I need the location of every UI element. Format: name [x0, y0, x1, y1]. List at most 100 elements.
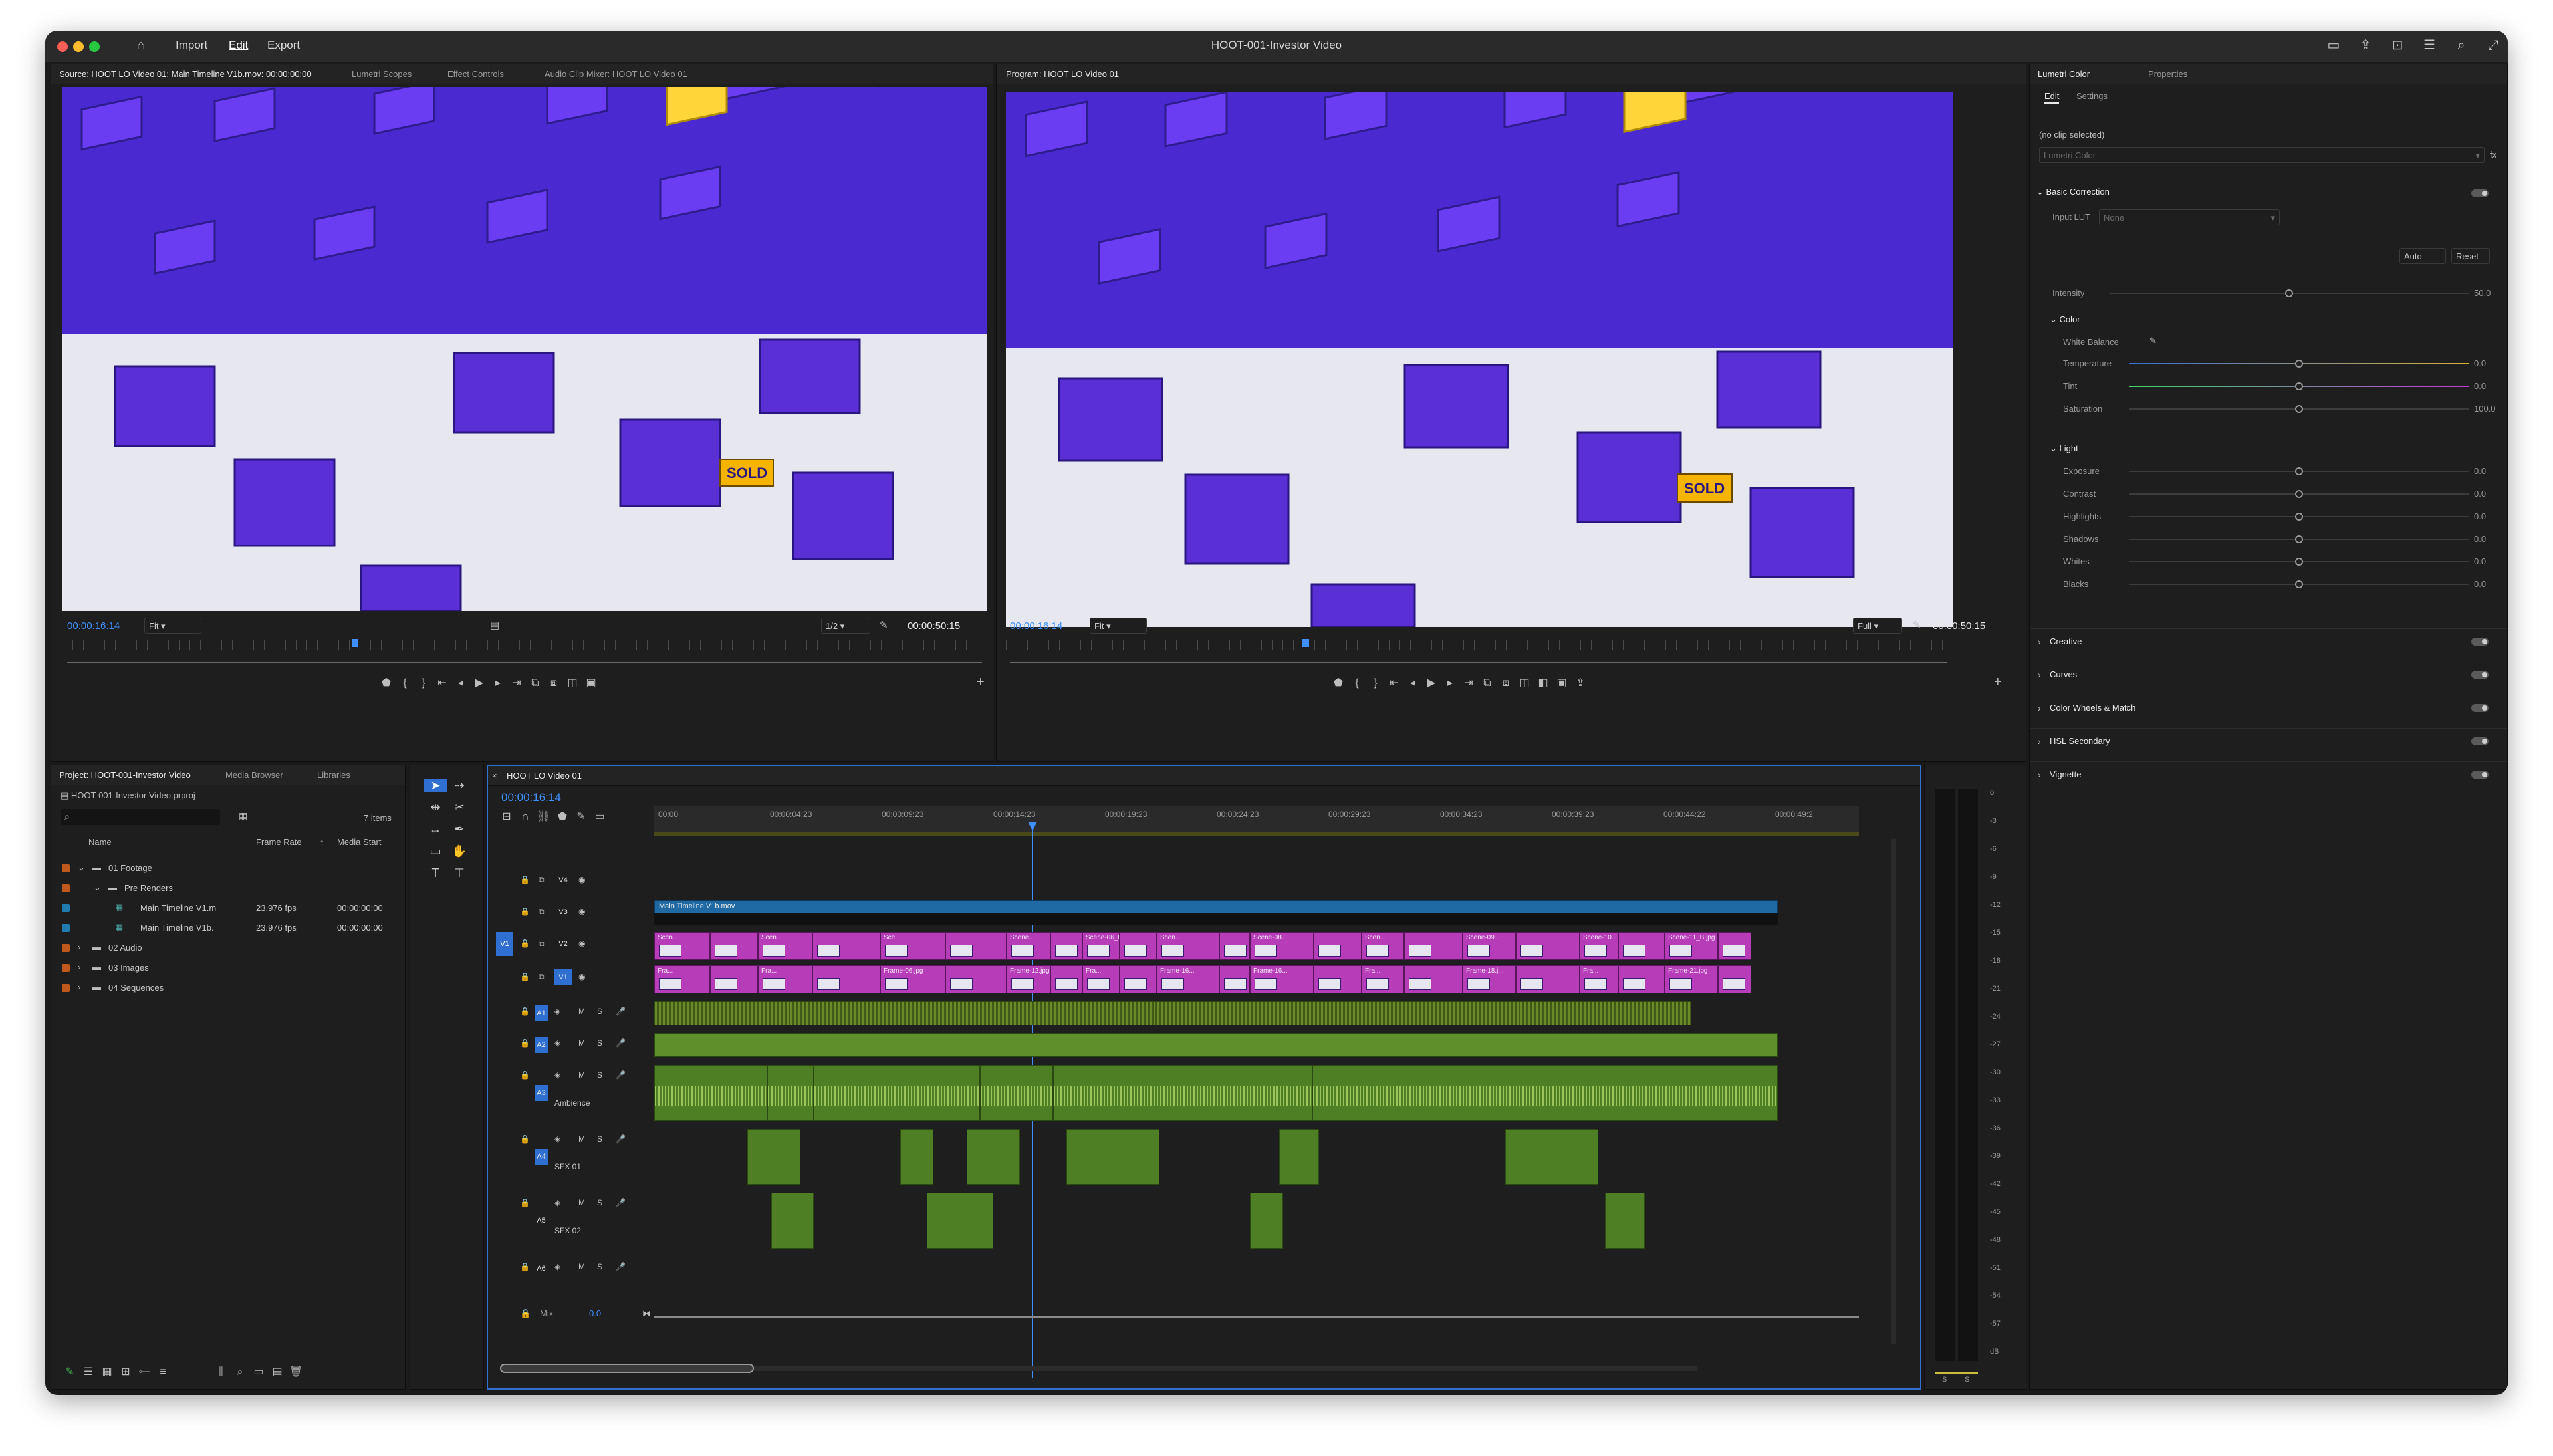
clip-v1[interactable]: Frame-06.jpg [880, 965, 945, 993]
clip-v1[interactable] [1120, 965, 1157, 993]
intensity-slider[interactable] [2110, 289, 2469, 297]
section-vignette[interactable]: Vignette [2050, 769, 2081, 779]
timeline-horizontal-zoom[interactable] [500, 1364, 1697, 1373]
add-marker-icon[interactable]: ⬟ [377, 676, 396, 689]
clip-v2[interactable] [1718, 932, 1751, 960]
clip-ambience[interactable] [1312, 1065, 1778, 1121]
zoom-slider[interactable]: ◦─ [135, 1366, 154, 1378]
caption-tool-icon[interactable]: ⊤ [447, 866, 471, 880]
solo-button[interactable]: S [597, 1007, 602, 1016]
clip-v2[interactable]: Scen... [654, 932, 710, 960]
section-chevron-icon[interactable]: › [2038, 769, 2041, 780]
disclosure-icon[interactable]: ⌄ [78, 862, 85, 873]
tab-media-browser[interactable]: Media Browser [225, 770, 283, 780]
workspace-icon[interactable]: ▭ [2326, 37, 2342, 53]
col-frame-rate[interactable]: Frame Rate [256, 837, 302, 847]
clip-ambience[interactable] [980, 1065, 1053, 1121]
clip-v2[interactable] [1404, 932, 1463, 960]
clip-sfx01[interactable] [747, 1129, 800, 1185]
step-back-icon[interactable]: ◂ [451, 676, 470, 689]
tab-program[interactable]: Program: HOOT LO Video 01 [1006, 69, 1119, 79]
saturation-knob[interactable] [2295, 405, 2303, 413]
clip-v2[interactable] [945, 932, 1007, 960]
clip-a2[interactable] [654, 1033, 1778, 1057]
pencil-icon[interactable]: ✎ [61, 1365, 79, 1378]
slider-value[interactable]: 0.0 [2474, 381, 2486, 391]
add-timeline-marker-icon[interactable]: ⬟ [553, 810, 572, 823]
solo-button[interactable]: S [597, 1070, 602, 1080]
solo-button[interactable]: S [597, 1262, 602, 1271]
blacks-knob[interactable] [2295, 580, 2303, 588]
clip-sfx01[interactable] [1066, 1129, 1159, 1185]
label-color-swatch[interactable] [62, 924, 70, 932]
lumetri-tab-settings[interactable]: Settings [2076, 91, 2108, 101]
tab-properties[interactable]: Properties [2148, 69, 2187, 79]
source-wrench-icon[interactable]: ✎ [880, 619, 888, 631]
eye-icon[interactable]: ◉ [578, 907, 585, 916]
track-select-tool-icon[interactable]: ⇢ [447, 779, 471, 792]
program-playhead[interactable] [1302, 639, 1309, 647]
pen-tool-icon[interactable]: ✒ [447, 822, 471, 836]
lock-icon[interactable]: 🔒 [520, 1038, 530, 1048]
insert-icon[interactable]: ⧉ [526, 677, 545, 689]
keyframe-toggle-icon[interactable]: ◈ [554, 1070, 560, 1080]
mark-in-icon[interactable]: { [396, 677, 414, 689]
label-color-swatch[interactable] [62, 864, 70, 872]
input-lut-select[interactable]: None ▾ [2099, 209, 2280, 225]
clip-v2[interactable]: Scene... [1007, 932, 1050, 960]
clip-v2[interactable]: Scene-09... [1463, 932, 1516, 960]
track-label[interactable]: A6 [535, 1261, 548, 1276]
slider-value[interactable]: 0.0 [2474, 579, 2486, 589]
section-curves[interactable]: Curves [2050, 669, 2077, 679]
program-step-forward-icon[interactable]: ▸ [1441, 676, 1459, 689]
label-color-swatch[interactable] [62, 984, 70, 992]
intensity-knob[interactable] [2285, 289, 2293, 297]
voice-over-icon[interactable]: 🎤 [616, 1262, 626, 1271]
program-add-marker-icon[interactable]: ⬟ [1329, 676, 1348, 689]
section-creative[interactable]: Creative [2050, 636, 2082, 646]
mute-button[interactable]: M [578, 1198, 585, 1207]
play-icon[interactable]: ▶ [470, 676, 489, 689]
slider-value[interactable]: 0.0 [2474, 489, 2486, 499]
clip-v1[interactable]: Frame-16... [1250, 965, 1314, 993]
clip-v2[interactable] [812, 932, 880, 960]
program-zoom-bar[interactable] [1010, 662, 1947, 663]
clip-v2[interactable]: Scen... [1362, 932, 1404, 960]
intensity-value[interactable]: 50.0 [2474, 288, 2491, 298]
mix-toggle-icon[interactable]: ⧓ [642, 1308, 651, 1319]
clip-v2[interactable]: Scene-11_B.jpg [1665, 932, 1718, 960]
clip-v2[interactable]: Scen... [758, 932, 812, 960]
clip-v2[interactable]: Scen... [1157, 932, 1219, 960]
timeline-timecode[interactable]: 00:00:16:14 [501, 791, 561, 804]
source-zoom-bar[interactable] [67, 662, 982, 663]
section-chevron-icon[interactable]: › [2038, 636, 2041, 647]
comparison-view-icon[interactable]: ◧ [1534, 676, 1552, 689]
keyframe-toggle-icon[interactable]: ◈ [554, 1262, 560, 1271]
lock-icon[interactable]: 🔒 [520, 1007, 530, 1016]
panel-menu-icon[interactable]: ☰ [2421, 37, 2437, 53]
keyframe-toggle-icon[interactable]: ◈ [554, 1007, 560, 1016]
project-search-input[interactable]: ⌕ [61, 809, 220, 825]
section-chevron-icon[interactable]: › [2038, 736, 2041, 747]
clip-v2[interactable] [1516, 932, 1580, 960]
col-name[interactable]: Name [88, 837, 112, 847]
disclosure-icon[interactable]: ⌄ [94, 882, 101, 893]
program-export-frame-icon[interactable]: ◫ [1515, 676, 1534, 689]
overwrite-icon[interactable]: ⧈ [545, 677, 563, 689]
captions-icon[interactable]: ▭ [590, 810, 609, 823]
snap-icon[interactable]: ∩ [516, 811, 535, 823]
zoom-window-button[interactable] [89, 41, 100, 52]
section-chevron-icon[interactable]: › [2038, 669, 2041, 680]
clip-v1[interactable] [1516, 965, 1580, 993]
clip-v1[interactable]: Frame-21.jpg [1665, 965, 1718, 993]
contrast-knob[interactable] [2295, 490, 2303, 498]
button-editor-icon[interactable]: ▣ [582, 676, 600, 689]
col-media-start[interactable]: Media Start [337, 837, 381, 847]
track-label[interactable]: V4 [554, 872, 572, 888]
clip-ambience[interactable] [1053, 1065, 1312, 1121]
clip-v1[interactable]: Fra... [654, 965, 710, 993]
program-share-icon[interactable]: ⇪ [1571, 676, 1590, 689]
lock-icon[interactable]: 🔒 [520, 875, 530, 884]
fullscreen-icon[interactable]: ⤢ [2485, 37, 2501, 53]
label-color-swatch[interactable] [62, 904, 70, 912]
